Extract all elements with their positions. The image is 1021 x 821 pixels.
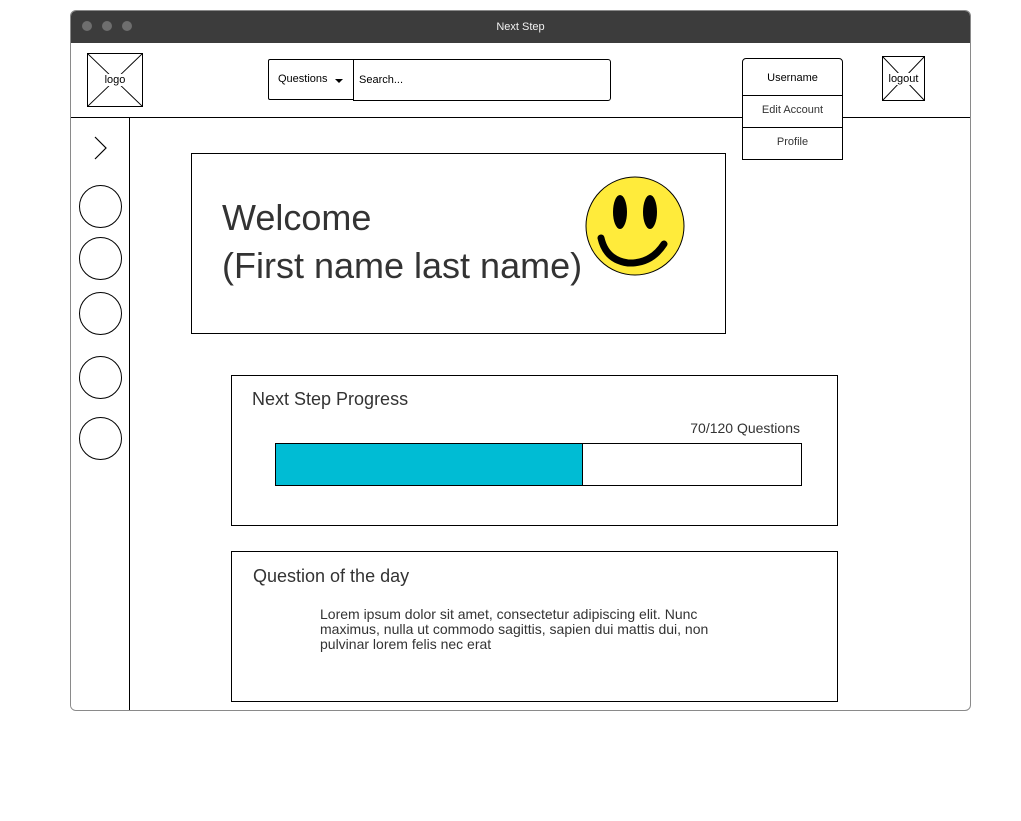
question-of-day-text: Lorem ipsum dolor sit amet, consectetur … xyxy=(320,606,709,652)
questions-dropdown[interactable]: Questions xyxy=(268,59,354,100)
welcome-panel: Welcome (First name last name) xyxy=(191,153,726,334)
username-label[interactable]: Username xyxy=(743,72,842,84)
sidebar-nav-icon-4[interactable] xyxy=(79,356,122,399)
search-input[interactable]: Search... xyxy=(353,59,611,101)
user-menu: Username Edit Account Profile xyxy=(742,58,843,160)
menu-divider xyxy=(743,127,842,128)
chevron-right-icon[interactable] xyxy=(92,135,108,161)
logo-label: logo xyxy=(103,74,127,86)
questions-dropdown-label: Questions xyxy=(278,73,328,85)
logout-label: logout xyxy=(887,72,920,85)
welcome-line: Welcome xyxy=(222,197,372,238)
progress-bar-fill xyxy=(276,444,584,485)
welcome-heading: Welcome (First name last name) xyxy=(222,194,582,290)
question-of-day-title: Question of the day xyxy=(253,566,410,586)
question-of-day-panel: Question of the day Lorem ipsum dolor si… xyxy=(231,551,838,702)
sidebar-nav-icon-2[interactable] xyxy=(79,237,122,280)
progress-panel: Next Step Progress 70/120 Questions xyxy=(231,375,838,526)
user-full-name: (First name last name) xyxy=(222,245,583,286)
app-window: Next Step logo Questions Search... logou… xyxy=(70,10,971,711)
title-bar: Next Step xyxy=(71,11,970,43)
progress-bar xyxy=(275,443,802,486)
menu-item-profile[interactable]: Profile xyxy=(743,136,842,148)
logout-button[interactable]: logout xyxy=(882,56,925,101)
menu-item-edit-account[interactable]: Edit Account xyxy=(743,104,842,116)
progress-count: 70/120 Questions xyxy=(690,420,800,436)
search-placeholder: Search... xyxy=(359,74,404,86)
sidebar-nav-icon-5[interactable] xyxy=(79,417,122,460)
logo-image[interactable]: logo xyxy=(87,53,143,107)
sidebar xyxy=(71,118,130,710)
caret-down-icon xyxy=(335,79,343,83)
sidebar-nav-icon-3[interactable] xyxy=(79,292,122,335)
window-title: Next Step xyxy=(496,21,545,33)
progress-title: Next Step Progress xyxy=(252,389,409,409)
smiley-icon[interactable] xyxy=(585,176,685,276)
menu-divider xyxy=(743,95,842,96)
sidebar-nav-icon-1[interactable] xyxy=(79,185,122,228)
